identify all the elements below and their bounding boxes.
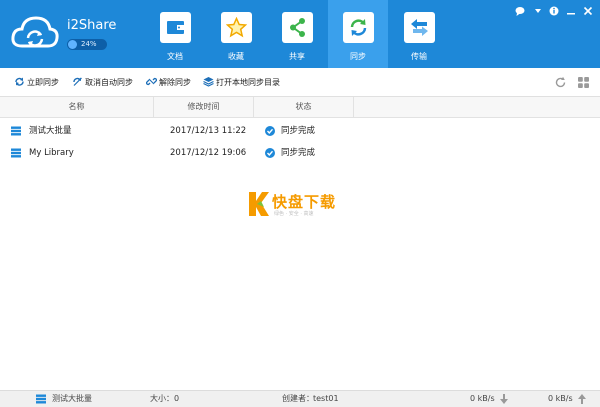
wallet-icon xyxy=(160,12,191,43)
sync-folder-icon xyxy=(11,126,21,136)
storage-quota-badge: 24% xyxy=(67,39,107,50)
quota-dot-icon xyxy=(68,40,77,49)
watermark-logo: 快盘下载 绿色 · 安全 · 高速 xyxy=(246,190,351,220)
upload-arrow-icon xyxy=(578,394,586,404)
close-icon[interactable] xyxy=(582,5,594,17)
info-icon[interactable] xyxy=(548,5,560,17)
minimize-icon[interactable] xyxy=(565,5,577,17)
tab-favorites[interactable]: 收藏 xyxy=(206,0,266,68)
row-status: 同步完成 xyxy=(281,148,316,158)
refresh-icon[interactable] xyxy=(554,76,567,89)
upload-speed: 0 kB/s xyxy=(548,394,573,403)
row-name: 测试大批量 xyxy=(29,126,72,136)
status-creator-value: test01 xyxy=(313,394,339,403)
grid-view-icon[interactable] xyxy=(577,76,590,89)
brand-name: i2Share xyxy=(67,18,117,33)
unsync-icon xyxy=(146,77,157,86)
tab-share[interactable]: 共享 xyxy=(267,0,327,68)
cancel-auto-sync-label: 取消自动同步 xyxy=(85,78,133,87)
status-creator-label: 创建者： xyxy=(282,394,314,403)
star-icon xyxy=(221,12,252,43)
quota-percent: 24% xyxy=(81,40,97,48)
open-local-sync-dir-button[interactable]: 打开本地同步目录 xyxy=(203,76,280,90)
layers-icon xyxy=(203,77,214,87)
check-circle-icon xyxy=(265,126,275,136)
row-modified: 2017/12/12 19:06 xyxy=(170,148,247,158)
watermark-text: 快盘下载 xyxy=(272,193,337,211)
column-modified-header[interactable]: 修改时间 xyxy=(154,97,254,117)
tab-documents[interactable]: 文档 xyxy=(145,0,205,68)
cancel-auto-sync-icon xyxy=(73,77,82,86)
status-size-value: 0 xyxy=(174,394,180,403)
tab-label: 收藏 xyxy=(228,52,244,61)
menu-icon[interactable] xyxy=(532,5,544,17)
watermark-subtext: 绿色 · 安全 · 高速 xyxy=(274,211,314,217)
app-header: i2Share 24% 文档 收藏 共享 同步 传输 xyxy=(0,0,600,68)
sync-folder-icon xyxy=(11,148,21,158)
sync-folder-icon xyxy=(36,394,46,404)
status-current-name: 测试大批量 xyxy=(52,394,92,403)
check-circle-icon xyxy=(265,148,275,158)
tab-label: 文档 xyxy=(167,52,183,61)
tab-label: 传输 xyxy=(411,52,427,61)
row-name: My Library xyxy=(29,148,74,158)
unsync-label: 解除同步 xyxy=(159,78,191,87)
row-status: 同步完成 xyxy=(281,126,316,136)
sync-now-icon xyxy=(15,77,24,86)
download-speed: 0 kB/s xyxy=(470,394,495,403)
tab-label: 共享 xyxy=(289,52,305,61)
sync-now-label: 立即同步 xyxy=(27,78,59,87)
status-bar: 测试大批量 大小： 0 创建者： test01 0 kB/s 0 kB/s xyxy=(0,390,600,407)
column-status-header[interactable]: 状态 xyxy=(254,97,354,117)
k-logo-icon xyxy=(249,192,269,216)
column-name-header[interactable]: 名称 xyxy=(0,97,154,117)
sync-icon xyxy=(343,12,374,43)
toolbar: 立即同步 取消自动同步 解除同步 打开本地同步目录 xyxy=(0,68,600,97)
tab-transfer[interactable]: 传输 xyxy=(389,0,449,68)
transfer-icon xyxy=(404,12,435,43)
message-icon[interactable] xyxy=(514,5,526,17)
share-icon xyxy=(282,12,313,43)
sync-now-button[interactable]: 立即同步 xyxy=(14,76,59,90)
row-modified: 2017/12/13 11:22 xyxy=(170,126,247,136)
cloud-sync-logo-icon xyxy=(11,16,59,48)
tab-label: 同步 xyxy=(350,52,366,61)
open-local-sync-dir-label: 打开本地同步目录 xyxy=(216,78,280,87)
status-size-label: 大小： xyxy=(150,394,174,403)
tab-sync[interactable]: 同步 xyxy=(328,0,388,68)
unsync-button[interactable]: 解除同步 xyxy=(146,76,191,90)
table-row[interactable]: 测试大批量 2017/12/13 11:22 同步完成 xyxy=(0,120,600,142)
download-arrow-icon xyxy=(500,394,508,404)
cancel-auto-sync-button[interactable]: 取消自动同步 xyxy=(72,76,133,90)
table-row[interactable]: My Library 2017/12/12 19:06 同步完成 xyxy=(0,142,600,164)
column-header-row: 名称 修改时间 状态 xyxy=(0,97,600,118)
